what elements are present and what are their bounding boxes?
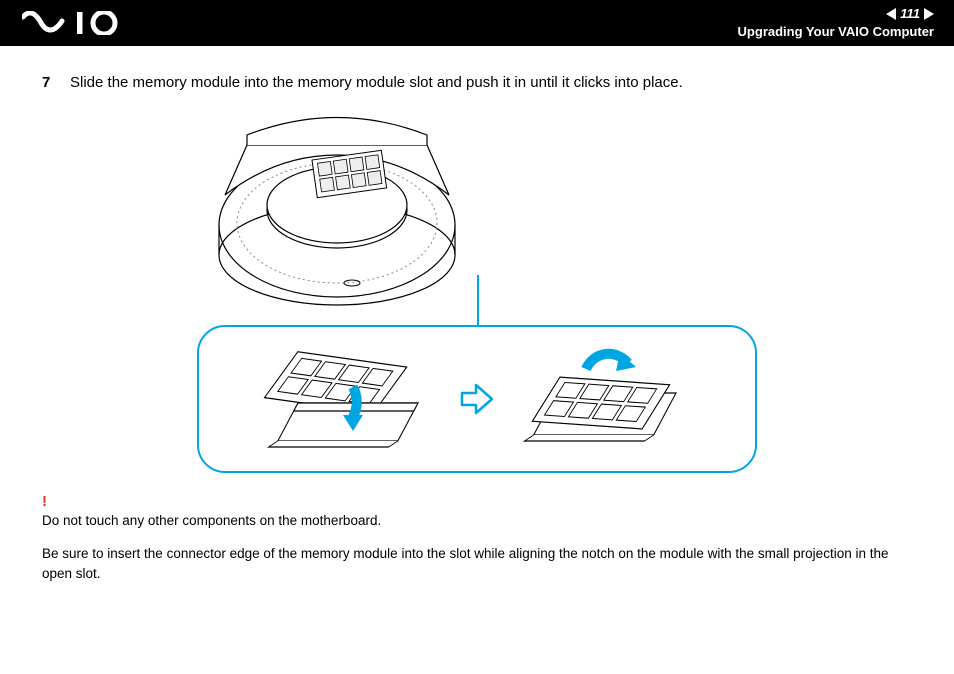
page-number: 111 [900,6,920,23]
step-number: 7 [42,74,56,91]
nav-prev-icon[interactable] [886,8,896,20]
instruction-step: 7 Slide the memory module into the memor… [42,74,912,91]
detail-callout [197,325,757,473]
page-nav: 111 [738,6,934,23]
warning-icon: ! [42,491,912,513]
page-header: 111 Upgrading Your VAIO Computer [0,0,954,46]
warning-text: Do not touch any other components on the… [42,511,912,531]
vaio-logo [22,11,132,35]
memory-insert-step2 [516,339,696,459]
section-title: Upgrading Your VAIO Computer [738,24,934,41]
step-text: Slide the memory module into the memory … [70,74,683,91]
header-right: 111 Upgrading Your VAIO Computer [738,6,934,41]
memory-insert-step1 [258,339,438,459]
nav-next-icon[interactable] [924,8,934,20]
note-text: Be sure to insert the connector edge of … [42,544,912,583]
notes: ! Do not touch any other components on t… [42,491,912,583]
arrow-right-icon [460,382,494,416]
content: 7 Slide the memory module into the memor… [0,46,954,583]
callout-line [477,275,479,325]
figure [197,105,757,473]
